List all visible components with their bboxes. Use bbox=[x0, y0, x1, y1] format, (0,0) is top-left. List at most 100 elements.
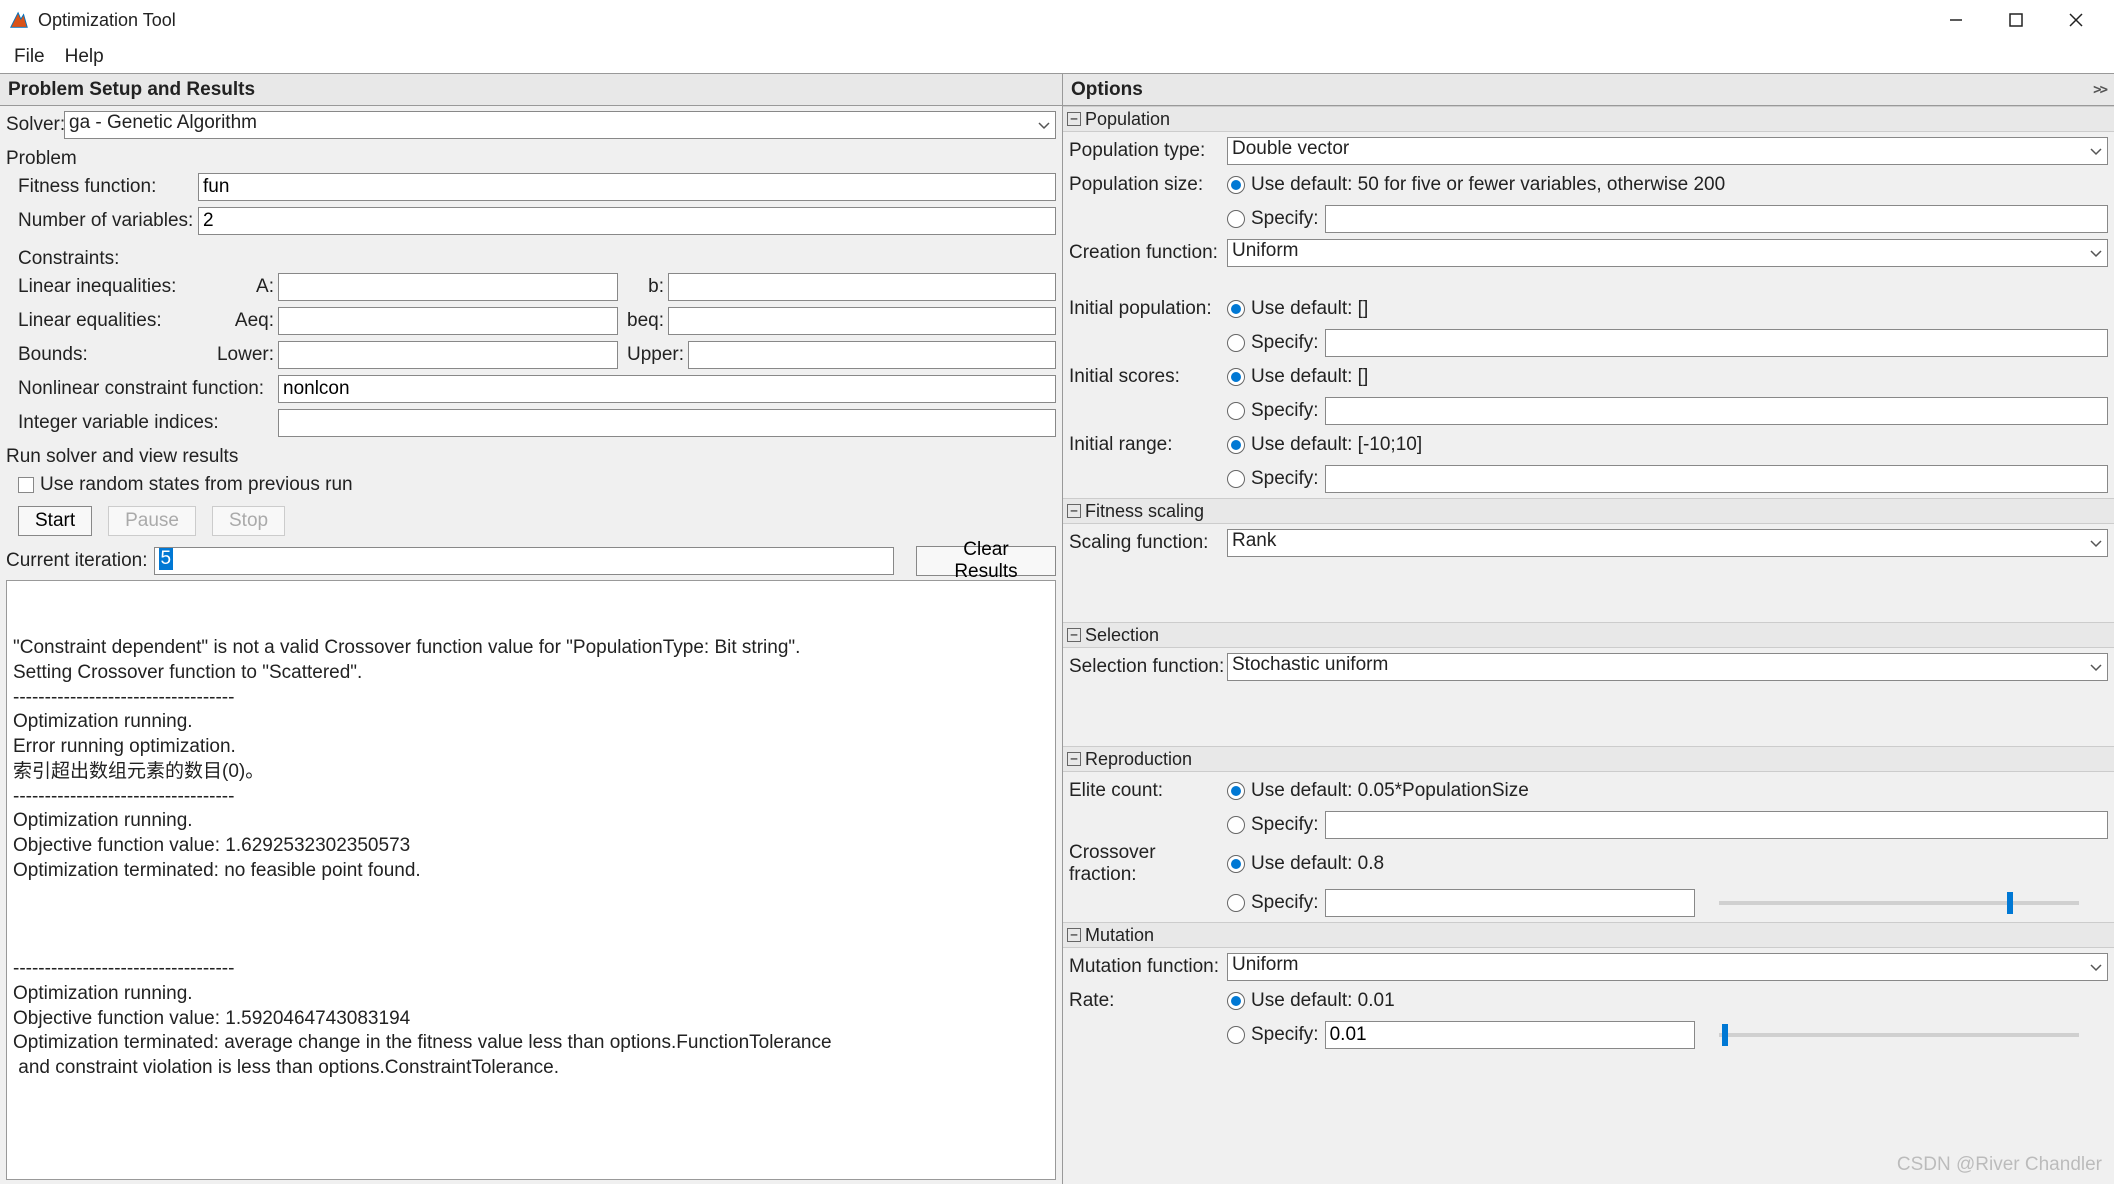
A-label: A: bbox=[228, 276, 278, 298]
mutfunc-select[interactable]: Uniform bbox=[1227, 953, 2108, 981]
reproduction-title: Reproduction bbox=[1085, 749, 1192, 770]
crossover-label: Crossover fraction: bbox=[1069, 842, 1227, 886]
rate-specify-radio[interactable] bbox=[1227, 1026, 1245, 1044]
rate-default-radio[interactable] bbox=[1227, 992, 1245, 1010]
initscores-specify-input[interactable] bbox=[1325, 397, 2108, 425]
rate-specify-label: Specify: bbox=[1251, 1024, 1319, 1046]
A-input[interactable] bbox=[278, 273, 618, 301]
crossover-default-radio[interactable] bbox=[1227, 855, 1245, 873]
curiter-value: 5 bbox=[159, 548, 174, 570]
initscores-specify-radio[interactable] bbox=[1227, 402, 1245, 420]
b-label: b: bbox=[618, 276, 668, 298]
constraints-section: Constraints: bbox=[6, 248, 1056, 270]
curiter-field[interactable]: 5 bbox=[154, 547, 894, 575]
stop-button[interactable]: Stop bbox=[212, 506, 285, 536]
menu-help[interactable]: Help bbox=[55, 42, 114, 72]
creation-label: Creation function: bbox=[1069, 242, 1227, 264]
initpop-specify-input[interactable] bbox=[1325, 329, 2108, 357]
initrange-default-radio[interactable] bbox=[1227, 436, 1245, 454]
close-button[interactable] bbox=[2046, 0, 2106, 40]
rate-specify-input[interactable] bbox=[1325, 1021, 1695, 1049]
population-title: Population bbox=[1085, 109, 1170, 130]
section-selection[interactable]: − Selection bbox=[1063, 622, 2114, 648]
minimize-button[interactable] bbox=[1926, 0, 1986, 40]
scaling-label: Scaling function: bbox=[1069, 532, 1227, 554]
nonlcon-input[interactable] bbox=[278, 375, 1056, 403]
collapse-icon: − bbox=[1067, 112, 1081, 126]
crossover-specify-label: Specify: bbox=[1251, 892, 1319, 914]
nvars-label: Number of variables: bbox=[18, 210, 198, 232]
section-population[interactable]: − Population bbox=[1063, 106, 2114, 132]
clear-results-button[interactable]: Clear Results bbox=[916, 546, 1056, 576]
solver-select[interactable]: ga - Genetic Algorithm bbox=[64, 111, 1056, 139]
intvar-label: Integer variable indices: bbox=[18, 412, 278, 434]
selfunc-select[interactable]: Stochastic uniform bbox=[1227, 653, 2108, 681]
initrange-label: Initial range: bbox=[1069, 434, 1227, 456]
section-mutation[interactable]: − Mutation bbox=[1063, 922, 2114, 948]
fitness-scaling-title: Fitness scaling bbox=[1085, 501, 1204, 522]
watermark: CSDN @River Chandler bbox=[1897, 1154, 2102, 1176]
elite-specify-input[interactable] bbox=[1325, 811, 2108, 839]
collapse-icon: − bbox=[1067, 928, 1081, 942]
crossover-slider[interactable] bbox=[1719, 901, 2079, 905]
creation-select[interactable]: Uniform bbox=[1227, 239, 2108, 267]
mutfunc-label: Mutation function: bbox=[1069, 956, 1227, 978]
initrange-specify-radio[interactable] bbox=[1227, 470, 1245, 488]
fitness-input[interactable] bbox=[198, 173, 1056, 201]
beq-input[interactable] bbox=[668, 307, 1056, 335]
nonlcon-label: Nonlinear constraint function: bbox=[18, 378, 278, 400]
app-icon bbox=[8, 9, 30, 31]
initscores-default-radio[interactable] bbox=[1227, 368, 1245, 386]
random-checkbox[interactable] bbox=[18, 477, 34, 493]
rate-slider[interactable] bbox=[1719, 1033, 2079, 1037]
menu-file[interactable]: File bbox=[4, 42, 55, 72]
initscores-default-label: Use default: [] bbox=[1251, 366, 1368, 388]
b-input[interactable] bbox=[668, 273, 1056, 301]
popsize-specify-label: Specify: bbox=[1251, 208, 1319, 230]
random-label: Use random states from previous run bbox=[40, 474, 353, 496]
results-output[interactable]: "Constraint dependent" is not a valid Cr… bbox=[6, 580, 1056, 1180]
popsize-default-radio[interactable] bbox=[1227, 176, 1245, 194]
beq-label: beq: bbox=[618, 310, 668, 332]
bounds-label: Bounds: bbox=[18, 344, 208, 366]
maximize-button[interactable] bbox=[1986, 0, 2046, 40]
upper-input[interactable] bbox=[688, 341, 1056, 369]
initpop-specify-radio[interactable] bbox=[1227, 334, 1245, 352]
initscores-label: Initial scores: bbox=[1069, 366, 1227, 388]
elite-default-radio[interactable] bbox=[1227, 782, 1245, 800]
popsize-specify-input[interactable] bbox=[1325, 205, 2108, 233]
initrange-default-label: Use default: [-10;10] bbox=[1251, 434, 1422, 456]
expand-icon[interactable]: >> bbox=[2093, 82, 2106, 98]
lower-label: Lower: bbox=[208, 344, 278, 366]
crossover-specify-input[interactable] bbox=[1325, 889, 1695, 917]
collapse-icon: − bbox=[1067, 628, 1081, 642]
initpop-default-radio[interactable] bbox=[1227, 300, 1245, 318]
solver-label: Solver: bbox=[6, 114, 64, 136]
upper-label: Upper: bbox=[618, 344, 688, 366]
popsize-label: Population size: bbox=[1069, 174, 1227, 196]
crossover-specify-radio[interactable] bbox=[1227, 894, 1245, 912]
crossover-default-label: Use default: 0.8 bbox=[1251, 853, 1384, 875]
scaling-select[interactable]: Rank bbox=[1227, 529, 2108, 557]
poptype-select[interactable]: Double vector bbox=[1227, 137, 2108, 165]
intvar-input[interactable] bbox=[278, 409, 1056, 437]
problem-section: Problem bbox=[6, 148, 1056, 170]
initpop-default-label: Use default: [] bbox=[1251, 298, 1368, 320]
elite-specify-radio[interactable] bbox=[1227, 816, 1245, 834]
popsize-specify-radio[interactable] bbox=[1227, 210, 1245, 228]
selection-title: Selection bbox=[1085, 625, 1159, 646]
nvars-input[interactable] bbox=[198, 207, 1056, 235]
pause-button[interactable]: Pause bbox=[108, 506, 196, 536]
section-fitness-scaling[interactable]: − Fitness scaling bbox=[1063, 498, 2114, 524]
initscores-specify-label: Specify: bbox=[1251, 400, 1319, 422]
run-section: Run solver and view results bbox=[6, 446, 1056, 468]
initrange-specify-input[interactable] bbox=[1325, 465, 2108, 493]
section-reproduction[interactable]: − Reproduction bbox=[1063, 746, 2114, 772]
rate-default-label: Use default: 0.01 bbox=[1251, 990, 1395, 1012]
lower-input[interactable] bbox=[278, 341, 618, 369]
elite-specify-label: Specify: bbox=[1251, 814, 1319, 836]
left-panel-header: Problem Setup and Results bbox=[0, 74, 1062, 106]
Aeq-label: Aeq: bbox=[228, 310, 278, 332]
Aeq-input[interactable] bbox=[278, 307, 618, 335]
start-button[interactable]: Start bbox=[18, 506, 92, 536]
